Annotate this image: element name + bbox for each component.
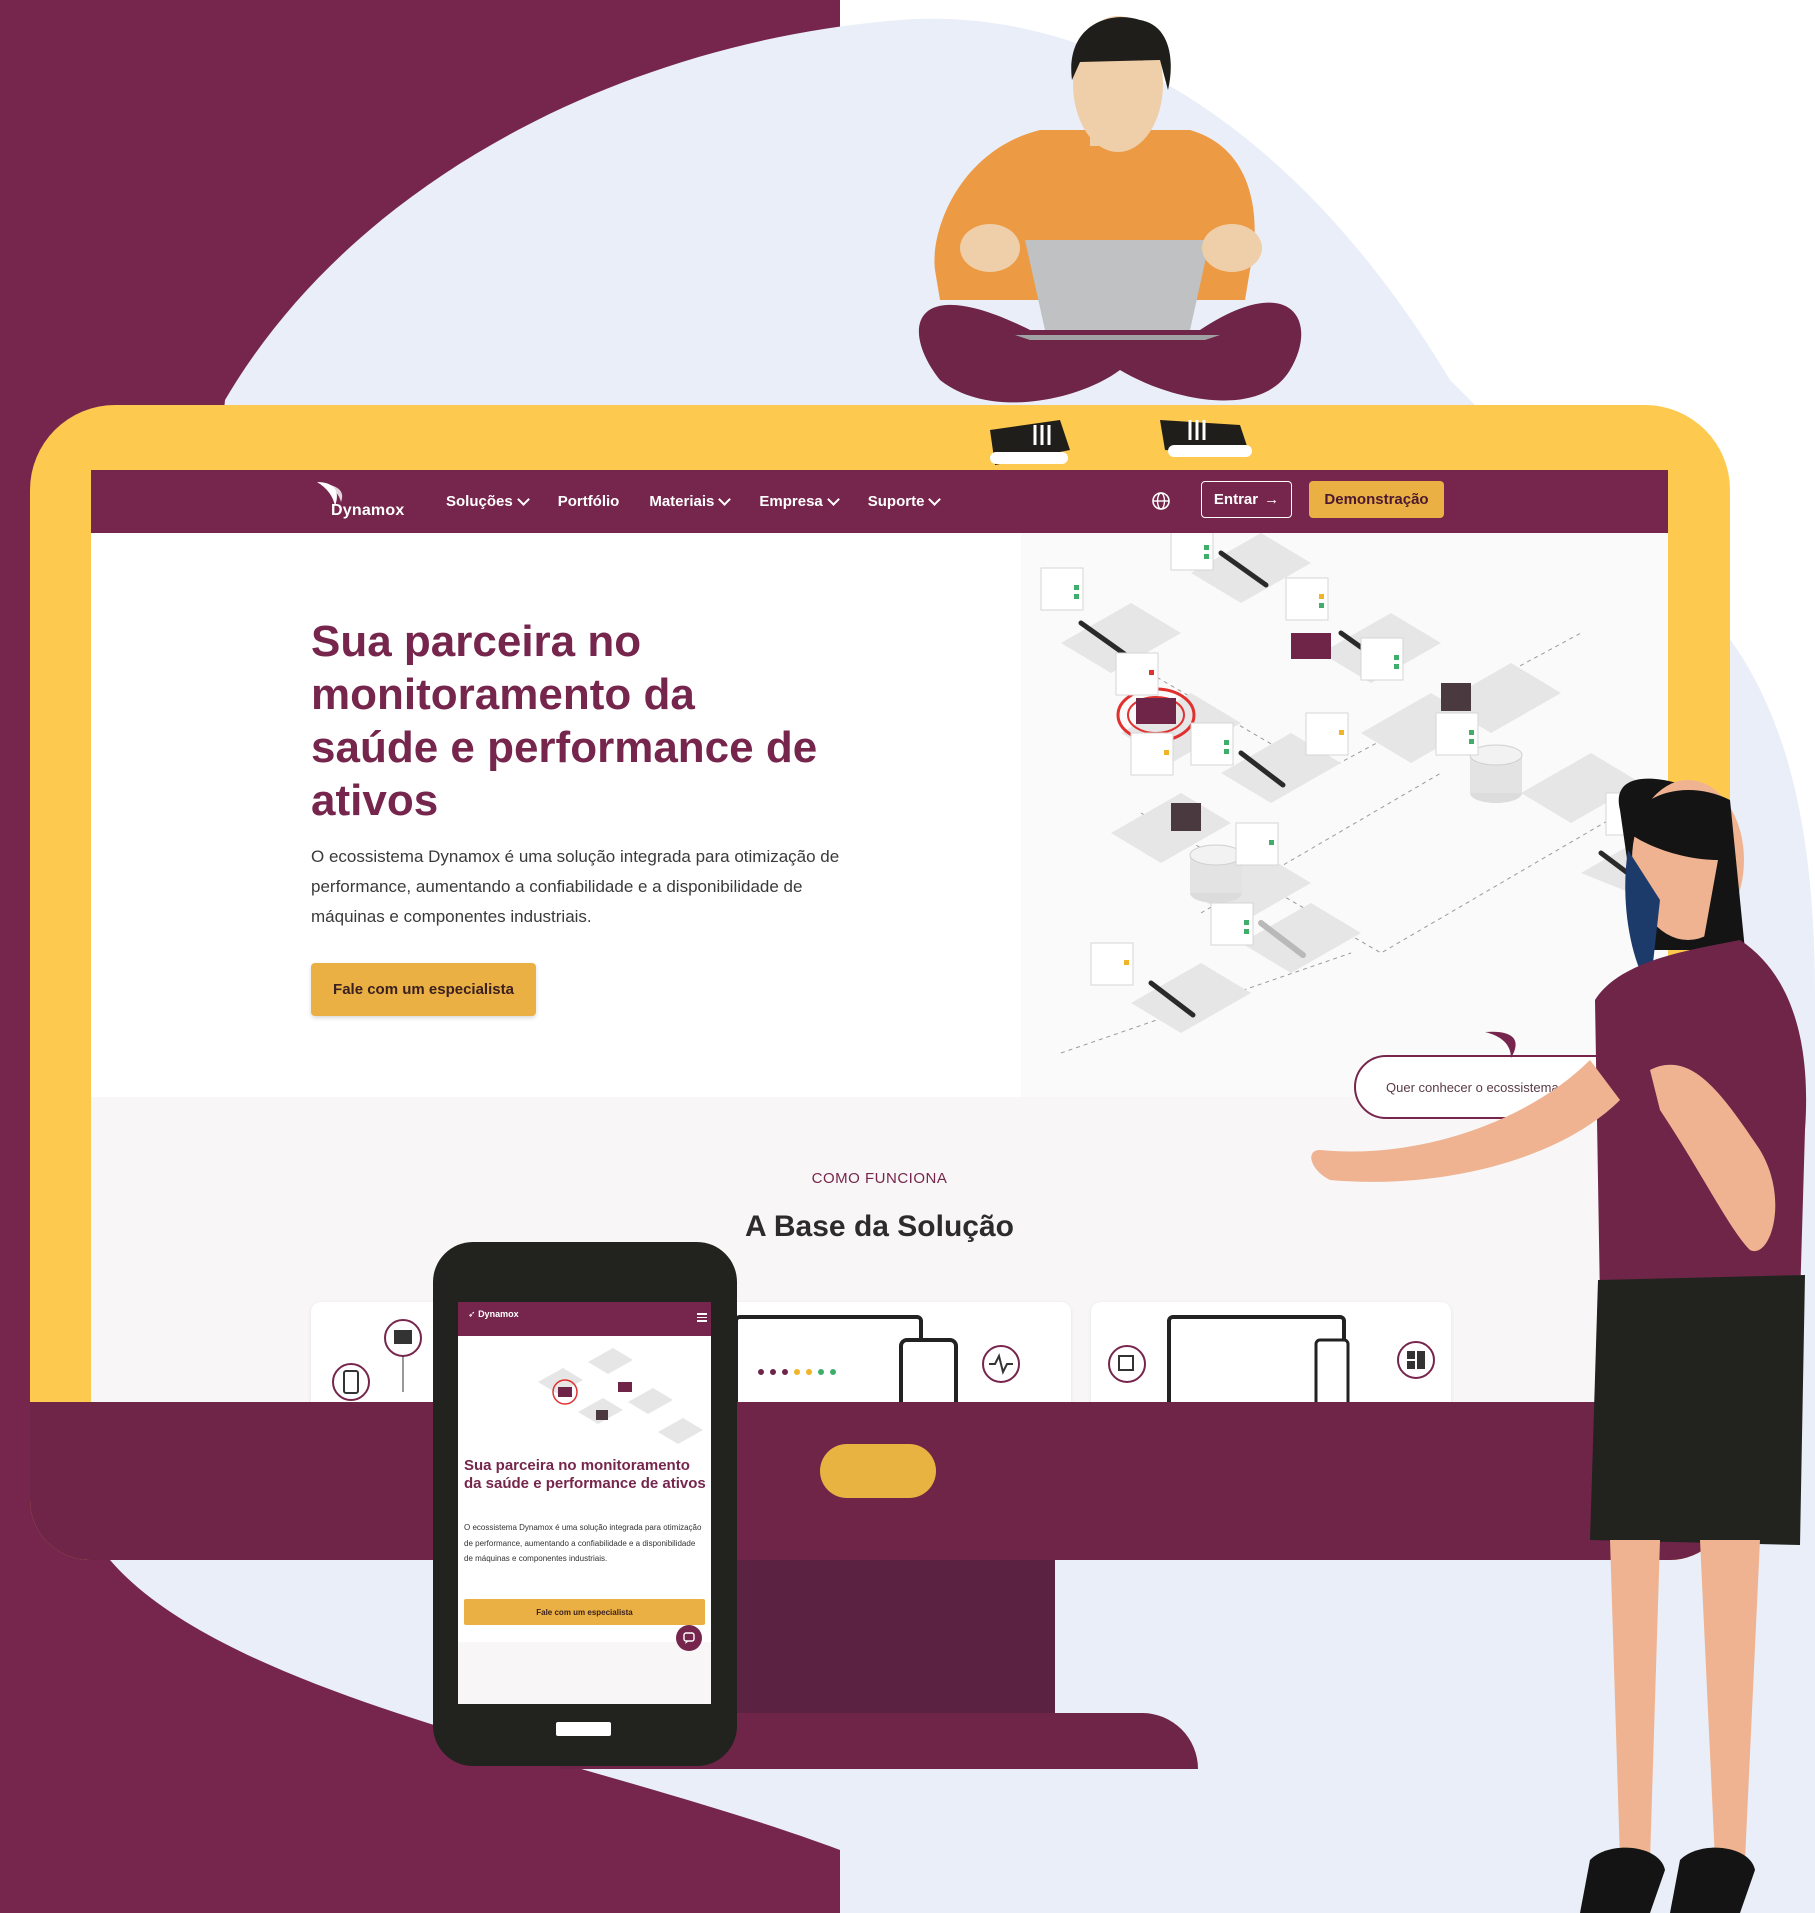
menu-item-portfolio[interactable]: Portfólio — [558, 493, 620, 510]
chevron-down-icon — [826, 493, 840, 506]
monitor-stand-neck — [705, 1560, 1055, 1715]
logo-wordmark: Dynamox — [331, 502, 405, 519]
talk-to-specialist-button[interactable]: Fale com um especialista — [311, 963, 536, 1016]
desktop-screen: Dynamox Soluções Portfólio Materiais Emp… — [91, 470, 1668, 1402]
chat-icon[interactable] — [676, 1625, 702, 1651]
arrow-right-icon: → — [1264, 491, 1280, 508]
login-button[interactable]: Entrar → — [1201, 481, 1292, 518]
mobile-lower-section — [458, 1642, 711, 1704]
menu-item-suporte[interactable]: Suporte — [868, 493, 942, 510]
smartphone-icon — [332, 1363, 370, 1401]
dashboard-icon — [1397, 1341, 1435, 1379]
dynamox-swoosh-icon — [1485, 1031, 1516, 1058]
solution-card-analytics[interactable] — [1091, 1302, 1451, 1402]
hamburger-menu-icon[interactable] — [697, 1313, 707, 1324]
export-icon — [1108, 1345, 1146, 1383]
section-eyebrow: COMO FUNCIONA — [811, 1170, 948, 1187]
chevron-down-icon — [928, 493, 942, 506]
dynamox-swoosh-icon: ➶ — [468, 1309, 476, 1319]
mobile-hero-title: Sua parceira no monitoramento da saúde e… — [464, 1457, 706, 1492]
mockup-stage: Dynamox Soluções Portfólio Materiais Emp… — [0, 0, 1815, 1913]
menu-item-materiais[interactable]: Materiais — [649, 493, 732, 510]
mobile-screen: ➶ Dynamox Sua parceira no monitoramento … — [458, 1302, 711, 1704]
globe-icon[interactable] — [1151, 491, 1171, 511]
hero-description: O ecossistema Dynamox é uma solução inte… — [311, 847, 840, 926]
monitor-power-button — [820, 1444, 936, 1498]
mobile-logo[interactable]: ➶ Dynamox — [468, 1309, 519, 1320]
hero-title: Sua parceira no monitoramento da saúde e… — [311, 617, 818, 825]
chevron-down-icon — [516, 493, 530, 506]
section-title: A Base da Solução — [745, 1210, 1014, 1243]
mobile-talk-to-specialist-button[interactable]: Fale com um especialista — [464, 1599, 705, 1625]
menu-item-empresa[interactable]: Empresa — [759, 493, 840, 510]
top-navigation: Dynamox Soluções Portfólio Materiais Emp… — [91, 470, 1668, 533]
menu-item-solucoes[interactable]: Soluções — [446, 493, 530, 510]
main-menu: Soluções Portfólio Materiais Empresa Sup… — [446, 470, 942, 533]
mobile-navigation: ➶ Dynamox — [458, 1302, 711, 1336]
isometric-plant-illustration — [1021, 533, 1668, 1103]
chevron-down-icon — [718, 493, 732, 506]
ecosystem-prompt[interactable]: Quer conhecer o ecossistema Dy — [1354, 1055, 1668, 1119]
demo-button[interactable]: Demonstração — [1309, 481, 1444, 518]
solution-card-platform[interactable] — [701, 1302, 1071, 1402]
phone-home-button — [556, 1722, 611, 1736]
mobile-hero-description: O ecossistema Dynamox é uma solução inte… — [464, 1523, 702, 1563]
mobile-plant-illustration — [538, 1348, 703, 1444]
